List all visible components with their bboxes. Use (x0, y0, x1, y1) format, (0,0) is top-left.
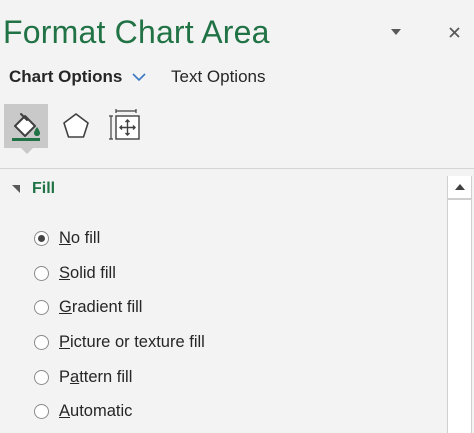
size-properties-tab-button[interactable] (104, 104, 148, 148)
vertical-scrollbar[interactable] (447, 176, 472, 433)
fill-options-group: No fill Solid fill Gradient fill Picture… (34, 221, 205, 429)
size-properties-icon (109, 109, 140, 140)
solid-fill-label: Solid fill (59, 263, 116, 282)
picture-texture-fill-option[interactable]: Picture or texture fill (34, 325, 205, 360)
automatic-fill-option[interactable]: Automatic (34, 394, 205, 429)
expand-triangle-icon (12, 185, 20, 193)
no-fill-option[interactable]: No fill (34, 221, 205, 256)
paint-bucket-icon (12, 113, 40, 141)
pentagon-icon (63, 113, 89, 138)
caret-down-icon (391, 29, 401, 35)
picture-texture-fill-label: Picture or texture fill (59, 332, 205, 351)
gradient-fill-option[interactable]: Gradient fill (34, 290, 205, 325)
gradient-fill-label: Gradient fill (59, 298, 143, 317)
picture-texture-fill-radio[interactable] (34, 334, 49, 350)
selected-tab-indicator (20, 147, 34, 154)
pattern-fill-option[interactable]: Pattern fill (34, 360, 205, 395)
close-icon (448, 26, 460, 38)
scroll-up-button[interactable] (448, 176, 471, 199)
gradient-fill-radio[interactable] (34, 300, 49, 316)
fill-line-tab-button[interactable] (4, 104, 48, 148)
scroll-thumb[interactable] (448, 199, 471, 433)
scroll-up-arrow-icon (454, 184, 465, 190)
automatic-fill-label: Automatic (59, 402, 133, 421)
solid-fill-radio[interactable] (34, 265, 49, 281)
divider (0, 168, 474, 169)
tab-chart-options[interactable]: Chart Options (9, 67, 146, 87)
pane-title: Format Chart Area (3, 14, 270, 50)
fill-section-header[interactable]: Fill (12, 180, 55, 198)
fill-section-title: Fill (32, 180, 56, 197)
no-fill-label: No fill (59, 228, 101, 247)
automatic-fill-radio[interactable] (34, 404, 49, 420)
close-button[interactable] (442, 20, 466, 44)
pattern-fill-radio[interactable] (34, 369, 49, 385)
solid-fill-option[interactable]: Solid fill (34, 256, 205, 291)
pattern-fill-label: Pattern fill (59, 367, 133, 386)
tab-chart-options-label: Chart Options (9, 67, 123, 86)
no-fill-radio[interactable] (34, 230, 49, 246)
effects-tab-button[interactable] (54, 104, 98, 148)
chevron-down-icon[interactable] (132, 73, 146, 81)
task-pane-options-button[interactable] (384, 20, 408, 44)
tab-text-options[interactable]: Text Options (171, 67, 266, 87)
